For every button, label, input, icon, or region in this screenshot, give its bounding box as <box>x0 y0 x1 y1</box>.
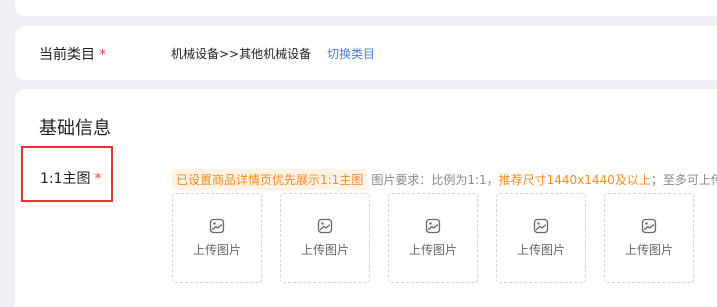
image-requirements-hint: 已设置商品详情页优先展示1:1主图 图片要求：比例为1:1，推荐尺寸1440x1… <box>172 168 717 190</box>
upload-slot[interactable]: 上传图片 <box>388 193 478 283</box>
hint-recommended-size: 推荐尺寸1440x1440及以上 <box>498 172 651 187</box>
category-label-text: 当前类目 <box>39 47 95 63</box>
upload-label: 上传图片 <box>624 243 673 257</box>
image-icon <box>641 218 657 234</box>
upload-slots: 上传图片 上传图片 上传图片 上传图片 上传图片 <box>172 193 694 283</box>
upload-label: 上传图片 <box>300 243 349 257</box>
priority-display-badge: 已设置商品详情页优先展示1:1主图 <box>172 168 368 190</box>
image-icon <box>317 218 333 234</box>
hint-suffix: ；至多可上传5 <box>650 172 717 187</box>
main-image-label: 1:1主图 * <box>40 168 102 188</box>
main-image-label-text: 1:1主图 <box>40 171 91 187</box>
switch-category-link[interactable]: 切换类目 <box>327 45 375 62</box>
basic-info-card: 基础信息 1:1主图 * 已设置商品详情页优先展示1:1主图 图片要求：比例为1:… <box>15 89 717 307</box>
hint-text: 图片要求：比例为1:1，推荐尺寸1440x1440及以上；至多可上传5 <box>371 171 717 188</box>
upload-label: 上传图片 <box>192 243 241 257</box>
upload-slot[interactable]: 上传图片 <box>280 193 370 283</box>
image-icon <box>533 218 549 234</box>
category-value: 机械设备>>其他机械设备 <box>171 47 312 61</box>
section-title: 基础信息 <box>39 118 111 139</box>
upload-slot[interactable]: 上传图片 <box>604 193 694 283</box>
required-mark: * <box>94 171 102 187</box>
image-icon <box>209 218 225 234</box>
hint-prefix: 图片要求：比例为1:1， <box>371 172 499 187</box>
upload-slot[interactable]: 上传图片 <box>172 193 262 283</box>
upload-label: 上传图片 <box>408 243 457 257</box>
upload-slot[interactable]: 上传图片 <box>496 193 586 283</box>
category-card: 当前类目 * 机械设备>>其他机械设备 切换类目 <box>15 26 717 80</box>
category-label: 当前类目 * <box>39 44 106 64</box>
required-mark: * <box>99 47 106 63</box>
top-card <box>15 0 717 16</box>
image-icon <box>425 218 441 234</box>
upload-label: 上传图片 <box>516 243 565 257</box>
